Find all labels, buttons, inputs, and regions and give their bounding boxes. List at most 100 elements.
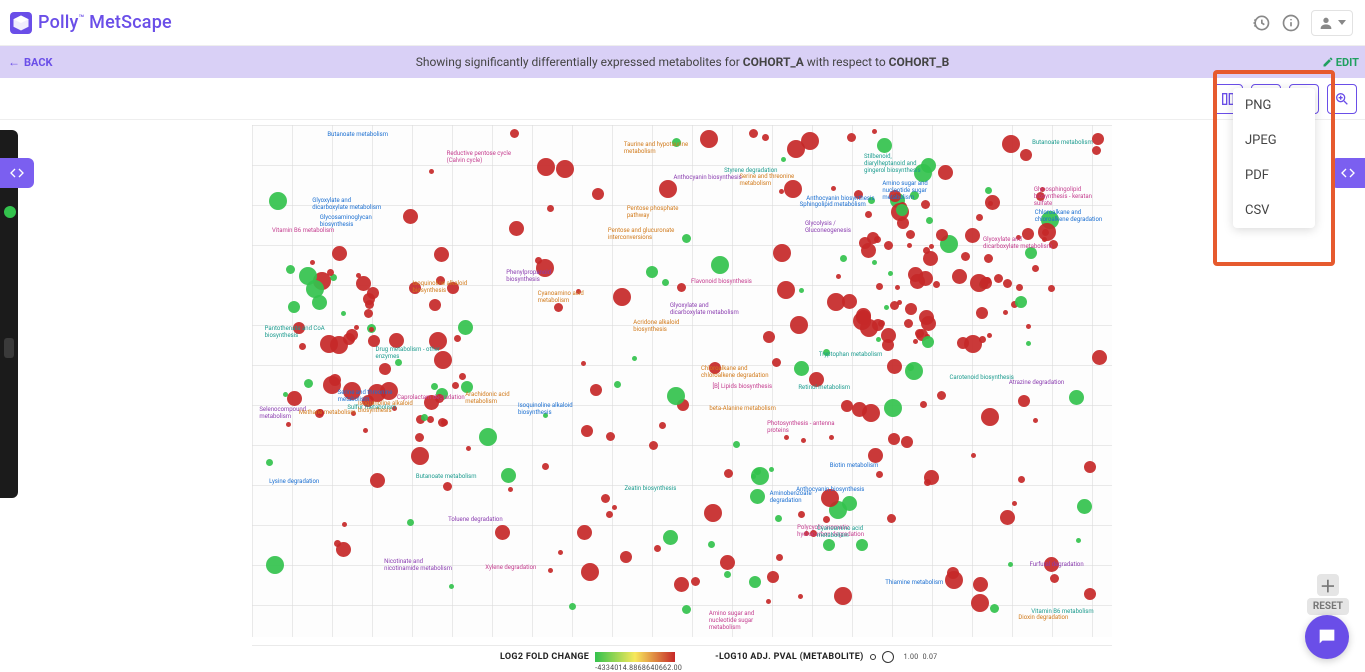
metabolite-node[interactable] — [452, 382, 459, 389]
metabolite-node[interactable] — [612, 505, 617, 510]
metabolite-node[interactable] — [777, 281, 795, 299]
metabolite-node[interactable] — [310, 260, 315, 265]
metabolite-node[interactable] — [913, 339, 918, 344]
metabolite-node[interactable] — [1050, 574, 1059, 583]
metabolite-node[interactable] — [356, 273, 361, 278]
metabolite-node[interactable] — [781, 157, 786, 162]
chat-widget[interactable] — [1305, 615, 1349, 659]
metabolite-node[interactable] — [365, 300, 374, 309]
metabolite-node[interactable] — [288, 301, 300, 313]
metabolite-node[interactable] — [938, 165, 953, 180]
metabolite-node[interactable] — [1092, 350, 1107, 365]
metabolite-node[interactable] — [590, 384, 602, 396]
metabolite-node[interactable] — [906, 230, 915, 239]
metabolite-node[interactable] — [1018, 476, 1025, 483]
metabolite-node[interactable] — [558, 550, 563, 555]
metabolite-node[interactable] — [888, 433, 900, 445]
metabolite-node[interactable] — [663, 530, 678, 545]
metabolite-node[interactable] — [269, 192, 287, 210]
metabolite-node[interactable] — [443, 482, 452, 491]
metabolite-node[interactable] — [1076, 538, 1081, 543]
metabolite-node[interactable] — [266, 459, 273, 466]
metabolite-node[interactable] — [667, 387, 685, 405]
metabolite-node[interactable] — [299, 267, 317, 285]
metabolite-node[interactable] — [798, 594, 803, 599]
metabolite-node[interactable] — [921, 200, 930, 209]
metabolite-node[interactable] — [794, 361, 809, 376]
metabolite-node[interactable] — [799, 288, 804, 293]
metabolite-node[interactable] — [649, 441, 658, 450]
metabolite-node[interactable] — [711, 256, 729, 274]
metabolite-node[interactable] — [1020, 149, 1032, 161]
metabolite-node[interactable] — [659, 422, 666, 429]
metabolite-node[interactable] — [431, 383, 438, 390]
metabolite-node[interactable] — [773, 244, 791, 262]
info-icon[interactable] — [1281, 13, 1301, 33]
metabolite-node[interactable] — [922, 336, 934, 348]
metabolite-node[interactable] — [429, 169, 434, 174]
metabolite-node[interactable] — [411, 447, 429, 465]
metabolite-node[interactable] — [1032, 265, 1039, 272]
metabolite-node[interactable] — [479, 428, 497, 446]
metabolite-node[interactable] — [896, 204, 908, 216]
metabolite-node[interactable] — [987, 333, 992, 338]
metabolite-node[interactable] — [286, 422, 291, 427]
metabolite-node[interactable] — [769, 467, 774, 472]
metabolite-node[interactable] — [876, 283, 883, 290]
metabolite-node[interactable] — [847, 133, 856, 142]
metabolite-node[interactable] — [662, 279, 669, 286]
metabolite-node[interactable] — [919, 310, 934, 325]
metabolite-node[interactable] — [327, 269, 334, 276]
metabolite-node[interactable] — [495, 525, 510, 540]
metabolite-node[interactable] — [798, 511, 805, 518]
metabolite-node[interactable] — [287, 391, 302, 406]
metabolite-node[interactable] — [367, 287, 379, 299]
metabolite-node[interactable] — [556, 160, 574, 178]
metabolite-node[interactable] — [509, 221, 524, 236]
metabolite-node[interactable] — [787, 140, 805, 158]
metabolite-node[interactable] — [1015, 296, 1027, 308]
metabolite-node[interactable] — [606, 511, 613, 518]
metabolite-node[interactable] — [970, 274, 988, 292]
metabolite-node[interactable] — [1084, 461, 1096, 473]
metabolite-node[interactable] — [924, 479, 931, 486]
metabolite-node[interactable] — [901, 436, 913, 448]
metabolite-node[interactable] — [887, 359, 902, 374]
metabolite-node[interactable] — [370, 473, 385, 488]
metabolite-node[interactable] — [458, 320, 473, 335]
metabolite-node[interactable] — [801, 438, 806, 443]
metabolite-node[interactable] — [542, 463, 549, 470]
metabolite-node[interactable] — [1000, 510, 1015, 525]
metabolite-node[interactable] — [876, 337, 881, 342]
metabolite-node[interactable] — [733, 441, 740, 448]
metabolite-node[interactable] — [856, 539, 868, 551]
metabolite-node[interactable] — [449, 584, 454, 589]
metabolite-node[interactable] — [905, 362, 923, 380]
metabolite-node[interactable] — [1092, 146, 1101, 155]
metabolite-node[interactable] — [547, 205, 554, 212]
metabolite-node[interactable] — [910, 274, 925, 289]
metabolite-node[interactable] — [990, 604, 999, 613]
metabolite-node[interactable] — [708, 541, 715, 548]
metabolite-node[interactable] — [877, 138, 892, 153]
metabolite-node[interactable] — [1084, 588, 1096, 600]
metabolite-node[interactable] — [884, 241, 893, 250]
metabolite-node[interactable] — [933, 281, 940, 288]
metabolite-node[interactable] — [674, 577, 689, 592]
metabolite-node[interactable] — [427, 416, 434, 423]
metabolite-node[interactable] — [581, 425, 593, 437]
user-menu[interactable] — [1311, 10, 1353, 36]
metabolite-node[interactable] — [961, 252, 970, 261]
export-jpeg[interactable]: JPEG — [1233, 123, 1315, 158]
metabolite-node[interactable] — [836, 274, 841, 279]
metabolite-node[interactable] — [784, 435, 789, 440]
zoom-in-button[interactable]: ＋ — [1317, 574, 1339, 596]
metabolite-node[interactable] — [1026, 341, 1031, 346]
metabolite-node[interactable] — [682, 234, 691, 243]
metabolite-node[interactable] — [790, 316, 808, 334]
metabolite-node[interactable] — [920, 401, 927, 408]
metabolite-node[interactable] — [581, 563, 599, 581]
metabolite-node[interactable] — [971, 594, 989, 612]
metabolite-node[interactable] — [766, 599, 771, 604]
metabolite-node[interactable] — [299, 343, 306, 350]
